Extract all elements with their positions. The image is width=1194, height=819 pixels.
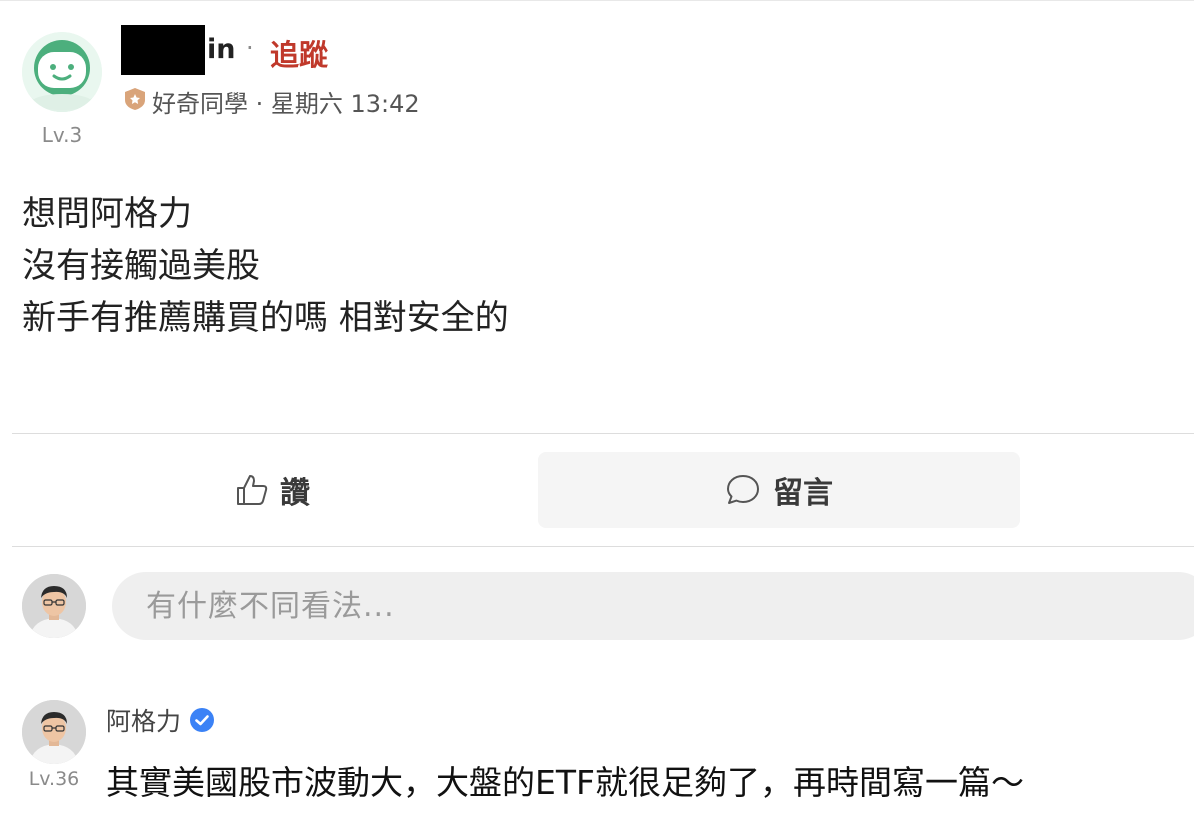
comment-input[interactable] [112, 572, 1194, 640]
reply-author-name: 阿格力 [106, 707, 182, 736]
person-avatar-icon [22, 574, 86, 638]
person-avatar-icon [22, 700, 86, 764]
post-body-line: 新手有推薦購買的嗎 相對安全的 [22, 298, 509, 338]
reply-text: 其實美國股市波動大，大盤的ETF就很足夠了，再時間寫一篇～ [106, 763, 1024, 802]
name-separator: · [246, 34, 254, 62]
shield-badge-icon [125, 88, 145, 110]
follow-button[interactable]: 追蹤 [270, 32, 328, 74]
like-label: 讚 [280, 476, 310, 511]
divider [12, 433, 1194, 434]
post-body-line: 沒有接觸過美股 [22, 246, 260, 286]
smiley-face-icon [22, 32, 102, 112]
thumbs-up-icon [237, 475, 268, 505]
post-meta: 好奇同學 · 星期六 13:42 [152, 90, 420, 118]
author-name[interactable]: in [207, 34, 235, 65]
post-body: 想問阿格力 沒有接觸過美股 新手有推薦購買的嗎 相對安全的 [22, 188, 509, 344]
reply-author[interactable]: 阿格力 [106, 702, 215, 738]
reply-author-avatar[interactable] [22, 700, 86, 764]
author-avatar[interactable] [22, 32, 102, 112]
speech-bubble-icon [727, 475, 759, 504]
author-level: Lv.3 [41, 123, 83, 147]
comment-button[interactable]: 留言 [538, 452, 1020, 528]
verified-check-icon [190, 708, 215, 732]
redacted-name-block [121, 25, 205, 75]
reply-author-level: Lv.36 [28, 768, 80, 790]
current-user-avatar[interactable] [22, 574, 86, 638]
comment-label: 留言 [773, 476, 833, 511]
divider [12, 546, 1194, 547]
like-button[interactable]: 讚 [12, 452, 532, 528]
post-body-line: 想問阿格力 [22, 194, 192, 234]
top-border [0, 0, 1194, 1]
